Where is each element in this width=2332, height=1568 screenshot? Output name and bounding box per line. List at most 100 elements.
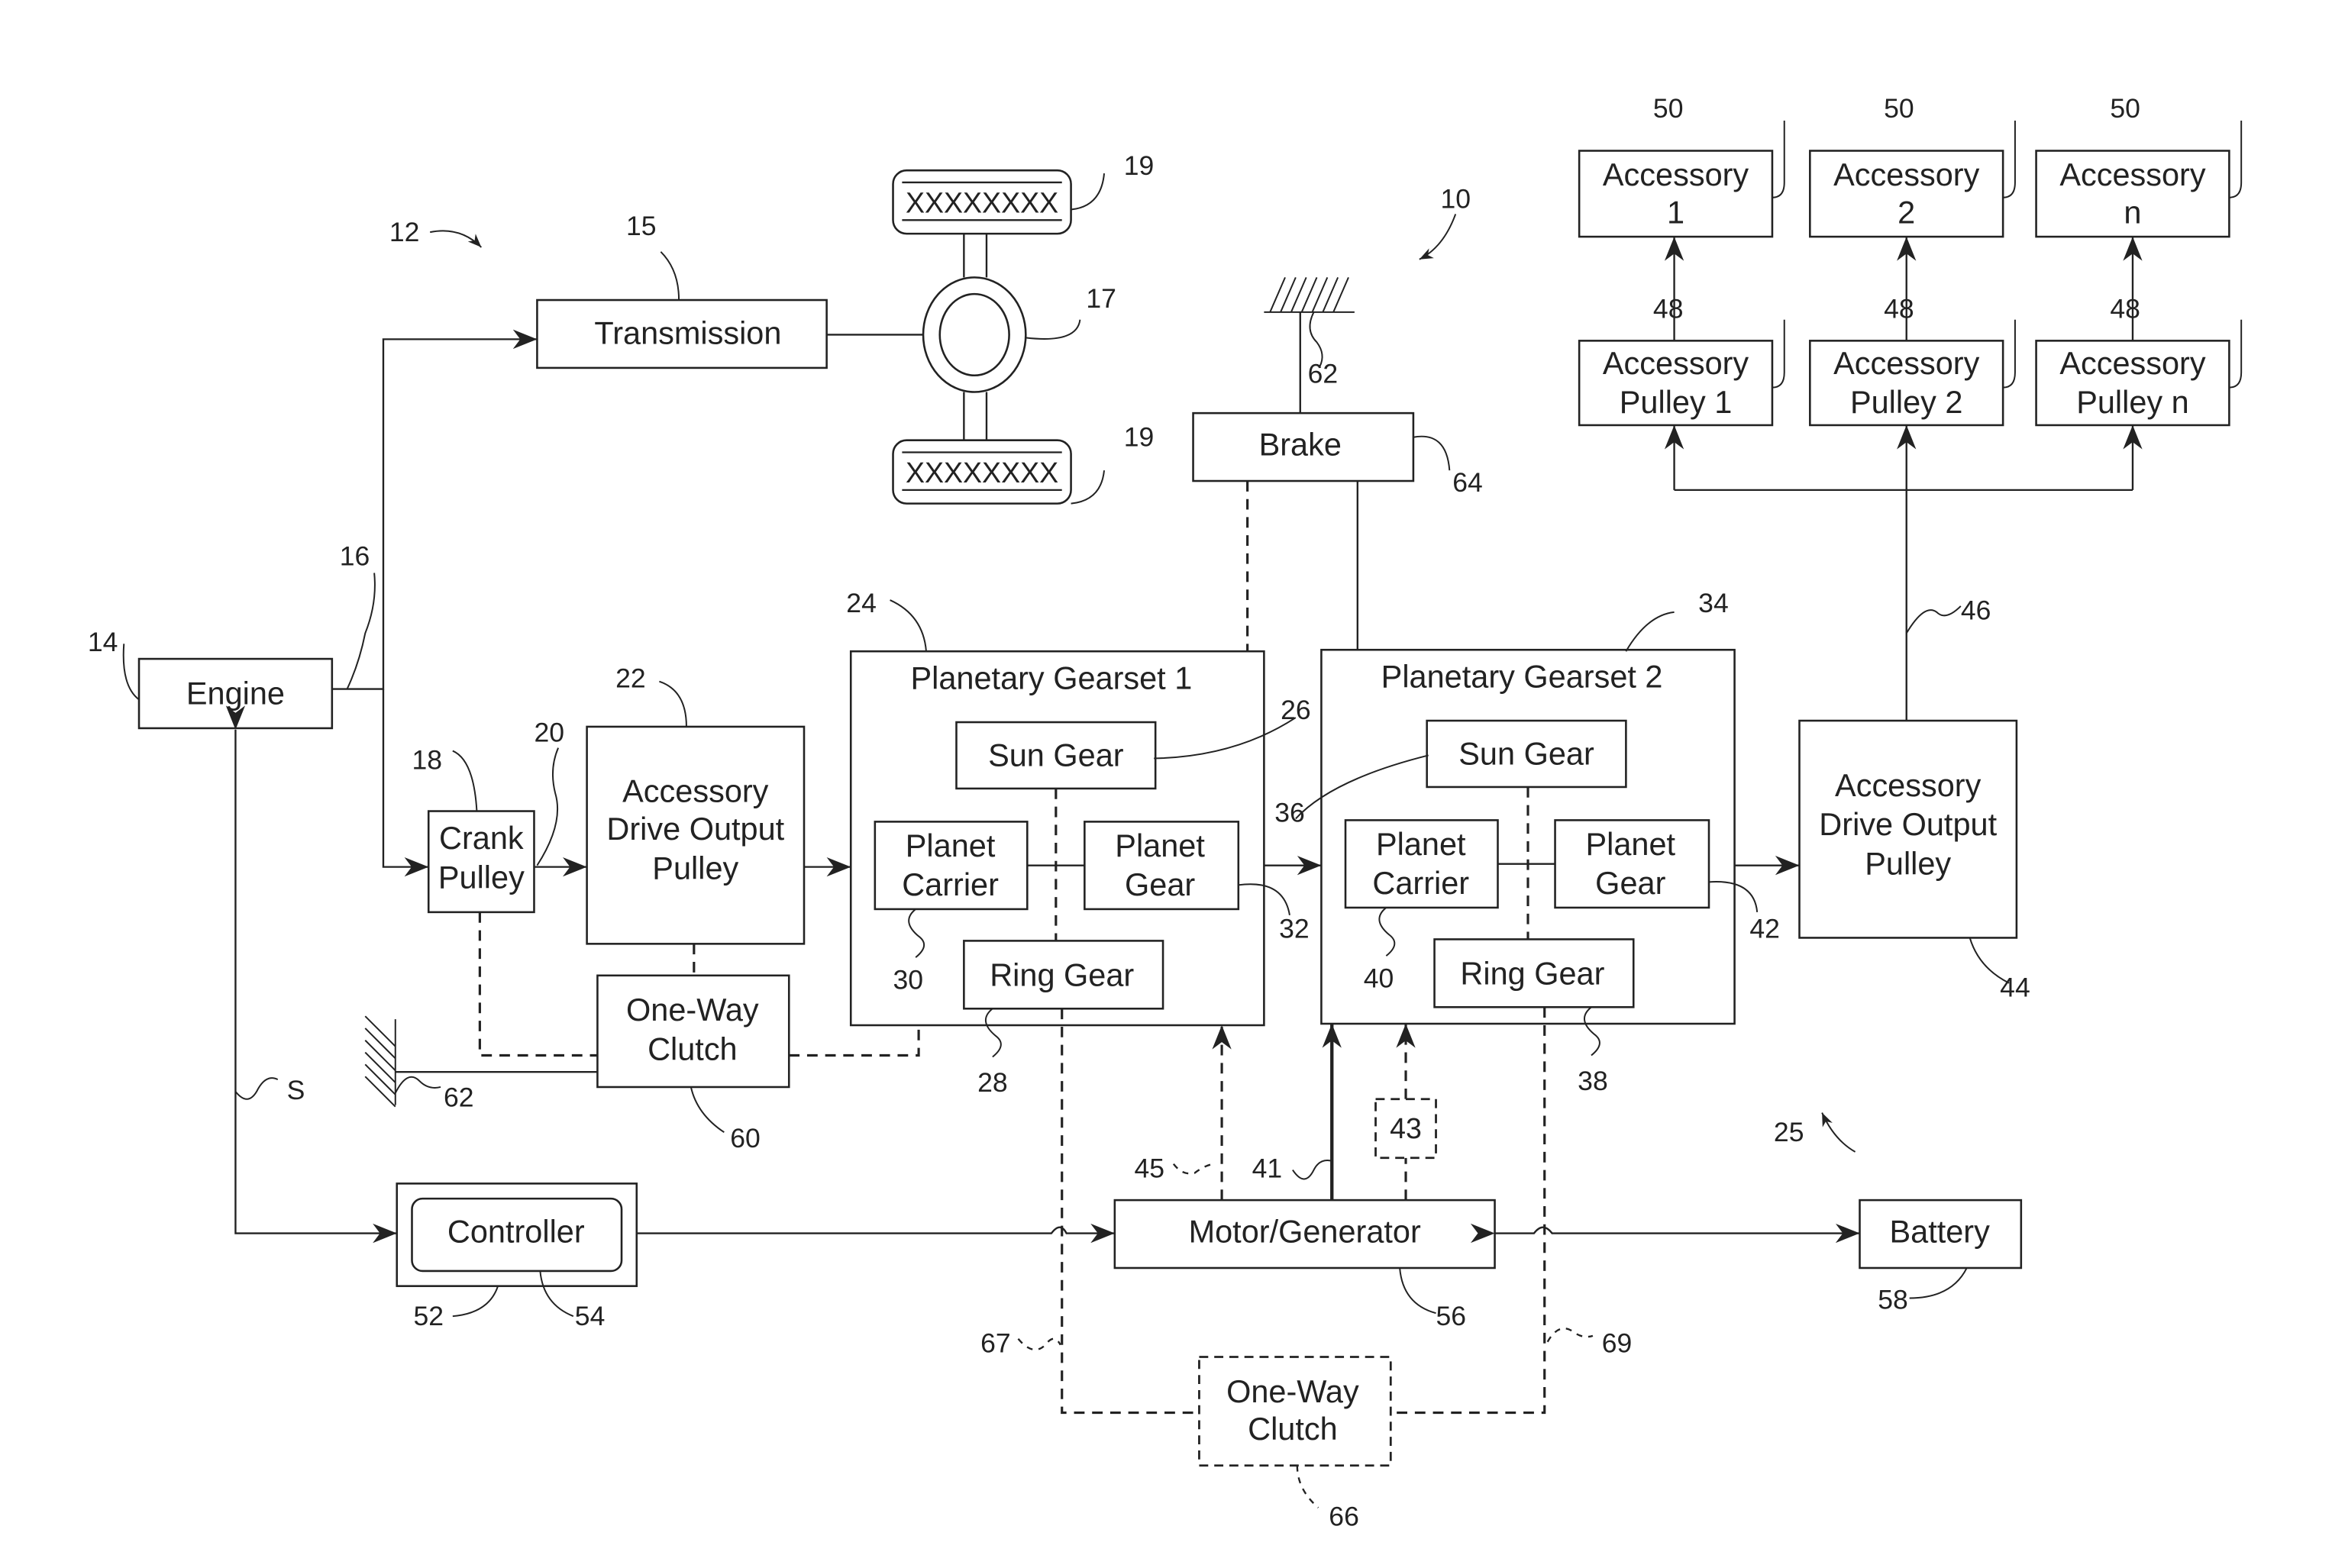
accessory-2-label-2: 2 <box>1898 194 1915 230</box>
accessory-n-label-2: n <box>2124 194 2141 230</box>
ref-15: 15 <box>626 211 657 241</box>
ref-19-bottom: 19 <box>1124 422 1155 453</box>
accessory-drive-output-pulley-22: Accessory Drive Output Pulley <box>586 725 806 945</box>
ref-10: 10 <box>1440 184 1471 215</box>
ref-28: 28 <box>977 1067 1008 1098</box>
differential-17 <box>922 276 1027 393</box>
ref-50-2: 50 <box>1884 93 1914 124</box>
pg1-planet-label-1: Planet <box>1115 828 1205 863</box>
accessory-pulley-n: Accessory Pulley n <box>2035 340 2230 427</box>
controller-label: Controller <box>447 1213 585 1249</box>
ref-41: 41 <box>1252 1153 1283 1183</box>
ref-62-top: 62 <box>1308 359 1339 389</box>
ref-12: 12 <box>389 217 420 247</box>
accessory-1-label-1: Accessory <box>1603 156 1749 192</box>
transmission-block: Transmission <box>536 298 828 369</box>
ref-58: 58 <box>1878 1284 1908 1315</box>
one-way-clutch-66: One-Way Clutch <box>1198 1356 1392 1467</box>
pg2-sun-gear: Sun Gear <box>1458 735 1594 771</box>
battery-58: Battery <box>1859 1199 2023 1270</box>
adop-2-label-3: Pulley <box>1865 846 1951 882</box>
accessory-2-label-1: Accessory <box>1833 156 1980 192</box>
pg2-planet-label-2: Gear <box>1595 865 1665 901</box>
ref-48-n: 48 <box>2110 294 2140 324</box>
accessory-2: Accessory 2 <box>1809 150 2004 238</box>
engine-label: Engine <box>186 675 285 711</box>
accessory-pulley-1-label-2: Pulley 1 <box>1620 384 1733 420</box>
pg1-sun-gear: Sun Gear <box>988 737 1124 773</box>
one-way-clutch-60: One-Way Clutch <box>596 974 790 1089</box>
pg2-ring-gear: Ring Gear <box>1460 956 1604 992</box>
pg2-title: Planetary Gearset 2 <box>1381 659 1663 695</box>
box-43-label: 43 <box>1390 1112 1422 1144</box>
owc2-label-1: One-Way <box>1226 1373 1359 1409</box>
ref-36: 36 <box>1274 797 1305 828</box>
motor-generator-label: Motor/Generator <box>1189 1213 1421 1249</box>
accessory-1: Accessory 1 <box>1578 150 1774 238</box>
owc-pg1-dashed <box>789 1026 920 1057</box>
ref-25: 25 <box>1774 1117 1804 1147</box>
ref-69: 69 <box>1602 1328 1633 1359</box>
ref-30: 30 <box>893 965 924 995</box>
ref-32: 32 <box>1279 913 1310 944</box>
ref-50-1: 50 <box>1653 93 1684 124</box>
pg2-carrier-label-2: Carrier <box>1372 865 1469 901</box>
ref-22: 22 <box>615 663 646 694</box>
wheel-bottom: XXXXXXXX <box>892 439 1072 505</box>
ref-66: 66 <box>1329 1502 1359 1532</box>
accessory-n-label-1: Accessory <box>2059 156 2206 192</box>
engine-to-transmission-line <box>331 329 538 690</box>
brake-label: Brake <box>1259 426 1342 462</box>
accessory-n: Accessory n <box>2035 150 2230 238</box>
ref-42: 42 <box>1749 913 1780 944</box>
accessory-drive-output-pulley-44: Accessory Drive Output Pulley <box>1798 719 2018 939</box>
ref-18: 18 <box>412 744 443 775</box>
ref-52: 52 <box>413 1301 444 1331</box>
hybrid-powertrain-diagram: Transmission XXXXXXXX XXXXXXXX Engine Cr… <box>88 93 2243 1532</box>
ref-38: 38 <box>1578 1066 1608 1096</box>
ref-50-n: 50 <box>2110 93 2140 124</box>
battery-label: Battery <box>1889 1213 1990 1249</box>
ref-46: 46 <box>1961 595 1991 626</box>
pg1-carrier-label-1: Planet <box>906 828 996 863</box>
ref-17: 17 <box>1086 283 1116 314</box>
adop-2-label-1: Accessory <box>1835 767 1982 803</box>
adop-2-label-2: Drive Output <box>1819 806 1997 842</box>
motor-generator-56: Motor/Generator <box>1113 1199 1496 1270</box>
accessory-pulley-1: Accessory Pulley 1 <box>1578 340 1774 427</box>
ref-19-top: 19 <box>1124 150 1155 181</box>
ref-16: 16 <box>340 541 370 572</box>
mg-battery-line <box>1470 1223 1860 1244</box>
ref-54: 54 <box>575 1301 606 1331</box>
ref-62-left: 62 <box>444 1082 474 1113</box>
signal-line-s <box>225 705 397 1244</box>
adop-1-label-3: Pulley <box>652 850 738 886</box>
ref-56: 56 <box>1436 1301 1467 1331</box>
brake-block-64: Brake <box>1192 411 1415 482</box>
ref-67: 67 <box>980 1328 1011 1359</box>
accessory-pulley-n-label-1: Accessory <box>2059 345 2206 381</box>
accessory-pulley-1-label-1: Accessory <box>1603 345 1749 381</box>
ref-44: 44 <box>2000 972 2030 1002</box>
engine-to-crank-line <box>382 689 429 877</box>
ground-hatch-62-top <box>1264 277 1355 313</box>
engine-block: Engine <box>137 657 334 730</box>
pg1-planet-label-2: Gear <box>1125 866 1195 902</box>
ref-45: 45 <box>1135 1153 1165 1183</box>
crank-pulley-label-1: Crank <box>439 820 524 856</box>
ref-14: 14 <box>88 627 118 657</box>
wheel-top: XXXXXXXX <box>892 169 1072 235</box>
owc2-label-2: Clutch <box>1248 1411 1338 1447</box>
ref-64: 64 <box>1452 467 1483 498</box>
crank-pulley-label-2: Pulley <box>438 859 525 895</box>
controller-to-mg-line <box>636 1223 1115 1244</box>
ref-s: S <box>287 1075 305 1105</box>
ref-60: 60 <box>730 1123 761 1153</box>
controller-block-52: Controller <box>396 1182 638 1287</box>
adop-1-label-1: Accessory <box>622 773 769 809</box>
ref-48-2: 48 <box>1884 294 1914 324</box>
transmission-label: Transmission <box>594 315 781 350</box>
ref-20: 20 <box>534 718 564 748</box>
pg1-ring-gear: Ring Gear <box>990 957 1134 993</box>
ref-48-1: 48 <box>1653 294 1684 324</box>
